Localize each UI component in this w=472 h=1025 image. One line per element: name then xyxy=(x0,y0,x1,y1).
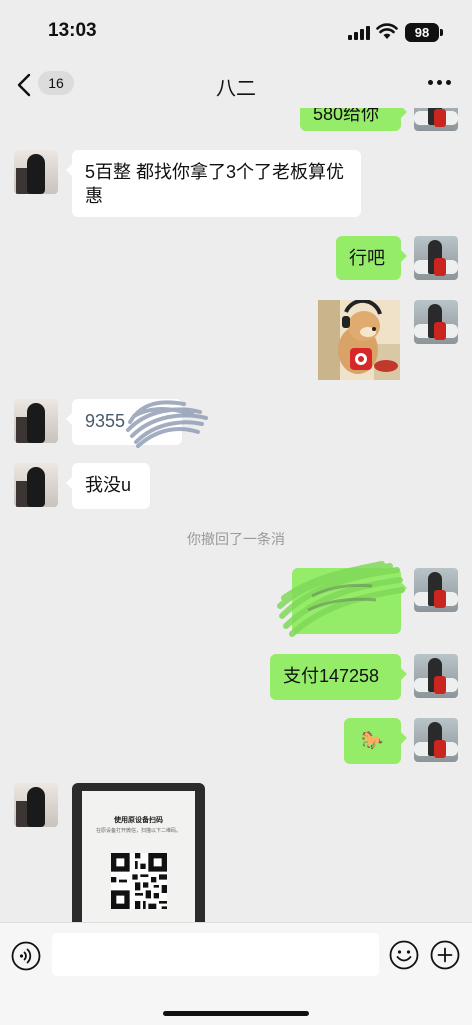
qr-code-icon xyxy=(111,853,167,909)
avatar-contact[interactable] xyxy=(14,399,58,443)
avatar-self[interactable] xyxy=(414,568,458,612)
message-bubble-received[interactable]: 9355 xyxy=(66,399,182,445)
nav-bar: 八二 16 xyxy=(0,64,472,108)
voice-icon[interactable] xyxy=(11,941,41,971)
status-bar: 13:03 98 xyxy=(0,0,472,64)
message-text: 9355 xyxy=(85,411,126,431)
plus-icon[interactable] xyxy=(430,940,460,970)
battery-icon: 98 xyxy=(405,23,439,42)
message-bubble-sent[interactable]: 行吧 xyxy=(336,236,407,280)
message-bubble-received[interactable]: 5百整 都找你拿了3个了老板算优惠 xyxy=(66,150,361,217)
avatar-contact[interactable] xyxy=(14,150,58,194)
more-icon[interactable] xyxy=(428,80,451,85)
status-time: 13:03 xyxy=(48,20,97,41)
qr-title: 使用原设备扫码 xyxy=(114,817,163,824)
message-bubble-sent[interactable]: 支付147258 xyxy=(270,654,407,700)
message-text: 5百整 都找你拿了3个了老板算优惠 xyxy=(85,162,345,206)
home-indicator xyxy=(163,1011,309,1016)
avatar-contact[interactable] xyxy=(14,463,58,507)
avatar-self[interactable] xyxy=(414,300,458,344)
recall-notice: 你撤回了一条消 xyxy=(187,531,285,547)
emoji-icon[interactable] xyxy=(389,940,419,970)
battery-tip xyxy=(440,29,443,36)
qr-screenshot-image[interactable]: 使用原设备扫码 在原设备打开微信，扫描以下二维码。 xyxy=(72,783,205,922)
wifi-icon xyxy=(376,23,398,39)
message-input[interactable] xyxy=(52,933,379,976)
unread-badge[interactable]: 16 xyxy=(38,71,74,95)
dog-sticker-icon xyxy=(318,300,400,380)
qr-subtitle: 在原设备打开微信，扫描以下二维码。 xyxy=(95,828,181,834)
message-bubble-sent[interactable]: 🐎 xyxy=(344,718,407,764)
message-text: 580给你 xyxy=(313,108,380,124)
message-bubble-sent[interactable]: 580给你 xyxy=(300,108,407,131)
qr-screen: 使用原设备扫码 在原设备打开微信，扫描以下二维码。 xyxy=(82,791,195,922)
sticker-image[interactable] xyxy=(318,300,400,380)
signal-icon xyxy=(348,26,370,40)
horse-emoji: 🐎 xyxy=(361,730,384,750)
message-bubble-received[interactable]: 我没u xyxy=(66,463,150,509)
back-icon[interactable] xyxy=(14,72,36,98)
message-text: 我没u xyxy=(85,475,132,495)
avatar-self[interactable] xyxy=(414,108,458,131)
message-text: 支付147258 xyxy=(283,666,380,686)
input-bar xyxy=(0,922,472,1025)
message-bubble-sent-redacted[interactable] xyxy=(292,568,407,634)
avatar-self[interactable] xyxy=(414,718,458,762)
avatar-contact[interactable] xyxy=(14,783,58,827)
avatar-self[interactable] xyxy=(414,654,458,698)
chat-area[interactable]: 580给你 5百整 都找你拿了3个了老板算优惠 行吧 9355 我没u 你撤回了… xyxy=(0,108,472,922)
avatar-self[interactable] xyxy=(414,236,458,280)
message-text: 行吧 xyxy=(349,248,385,268)
